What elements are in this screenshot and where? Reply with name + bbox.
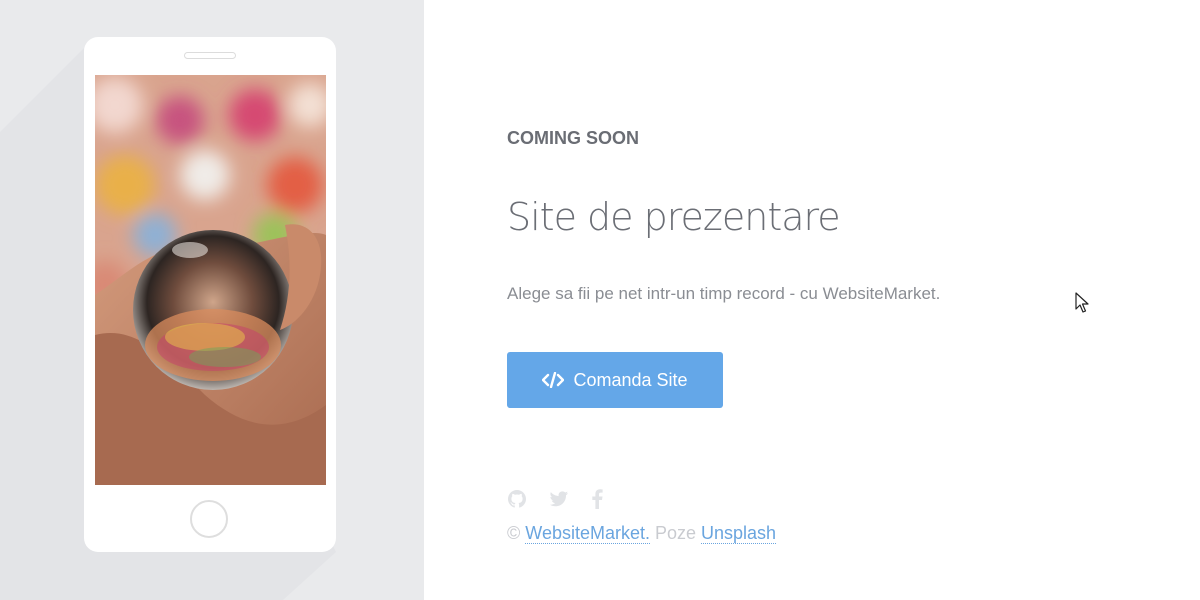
photos-label: Poze <box>650 523 702 543</box>
facebook-icon[interactable] <box>591 489 611 509</box>
social-links <box>507 489 611 509</box>
phone-mockup <box>84 37 336 552</box>
mouse-cursor-icon <box>1075 292 1089 313</box>
unsplash-link[interactable]: Unsplash <box>701 523 777 544</box>
order-site-label: Comanda Site <box>573 369 688 390</box>
lead-text: Alege sa fii pe net intr-un timp record … <box>507 284 941 303</box>
phone-home-button <box>190 500 228 538</box>
left-panel <box>0 0 424 600</box>
crystal-ball-photo <box>95 75 326 485</box>
copyright-symbol: © <box>507 523 521 543</box>
footer-credits: © WebsiteMarket. Poze Unsplash <box>507 523 777 544</box>
phone-speaker <box>184 52 236 59</box>
websitemarket-link[interactable]: WebsiteMarket. <box>525 523 650 544</box>
phone-screen-image <box>95 75 326 485</box>
github-icon[interactable] <box>507 489 527 509</box>
coming-soon-label: COMING SOON <box>507 128 640 148</box>
page-title: Site de prezentare <box>507 195 841 239</box>
code-icon <box>542 372 565 388</box>
twitter-icon[interactable] <box>549 489 569 509</box>
order-site-button[interactable]: Comanda Site <box>507 352 723 408</box>
